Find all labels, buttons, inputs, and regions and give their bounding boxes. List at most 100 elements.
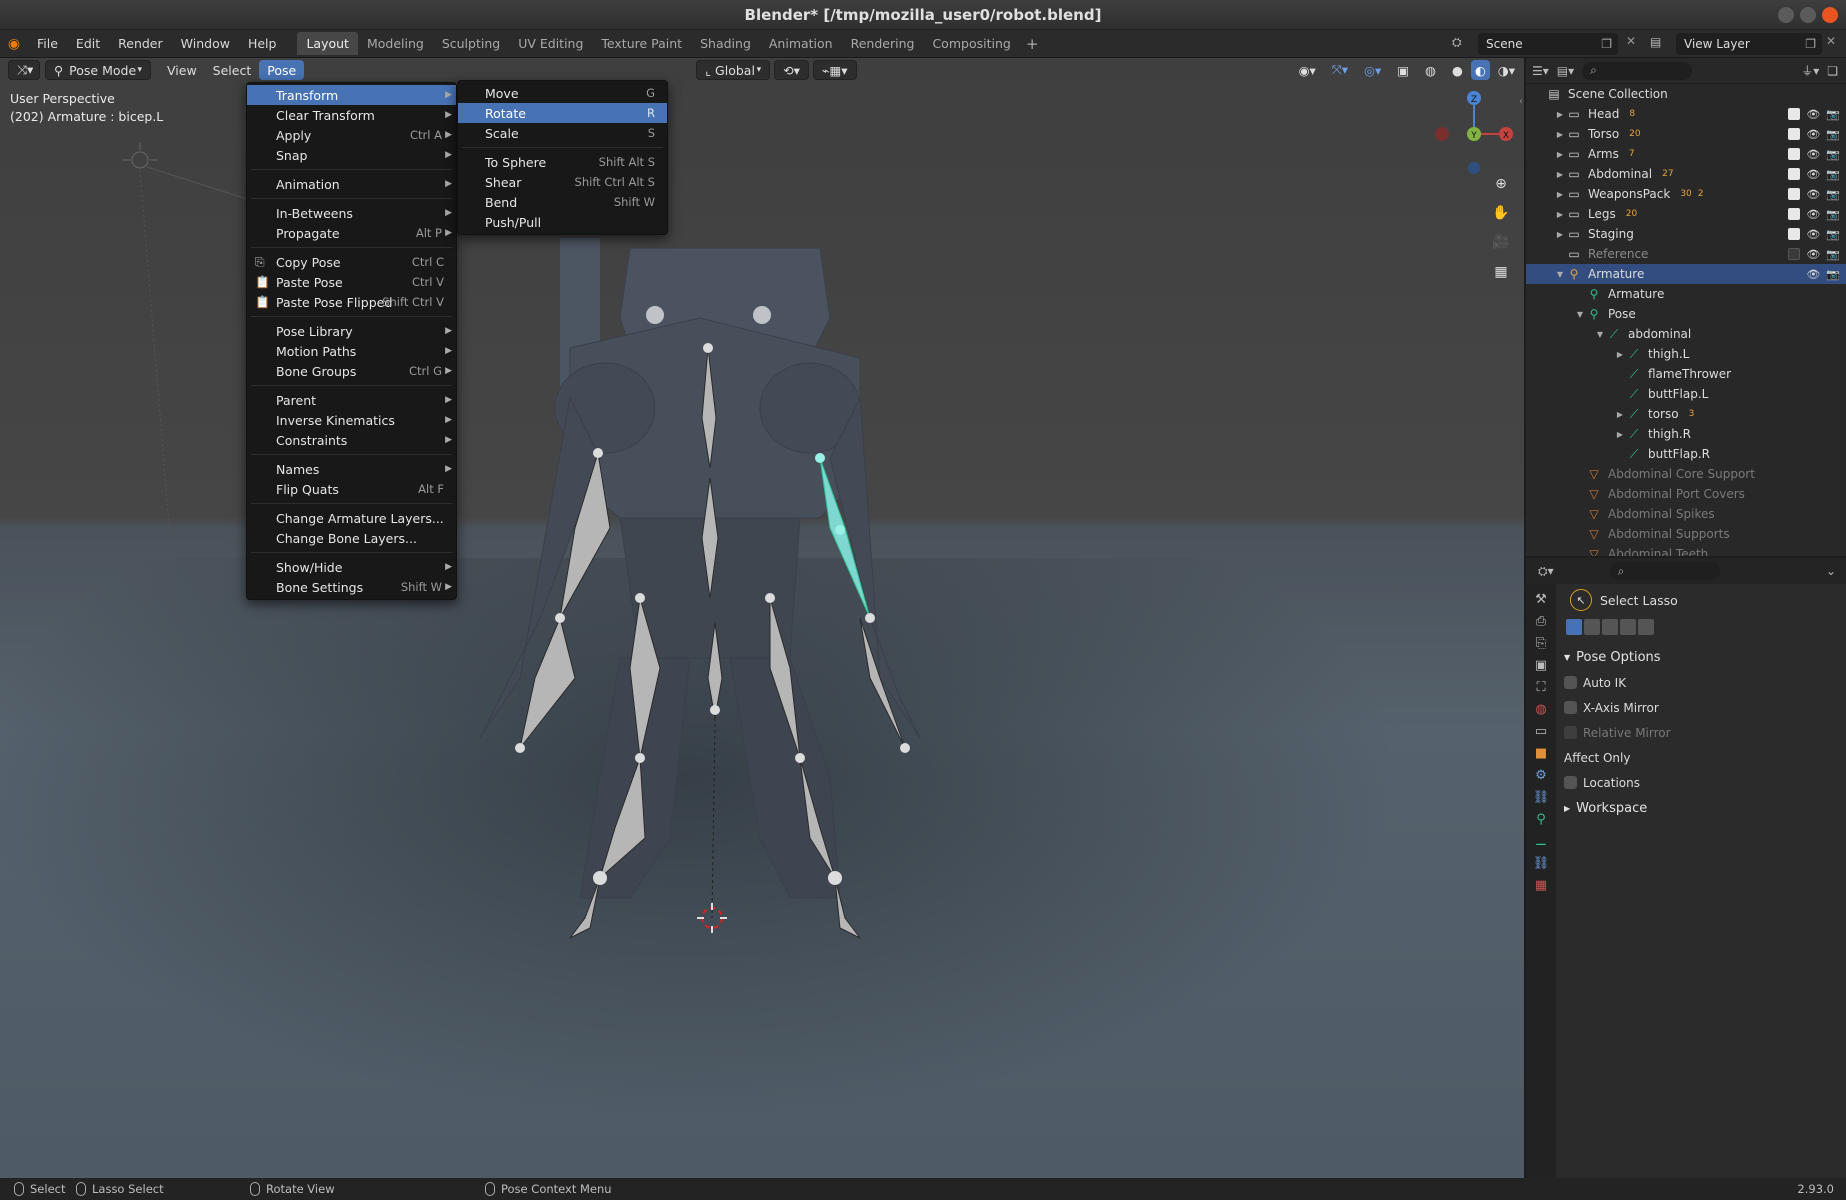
armature-data-tab-icon[interactable]: ⚲	[1531, 812, 1551, 827]
menu-item-paste-pose-flipped[interactable]: 📋 Paste Pose Flipped Shift Ctrl V	[247, 292, 456, 312]
view-layer-field[interactable]: View Layer ❐	[1676, 33, 1822, 55]
gizmo-toggle-icon[interactable]: ⤧▾	[1324, 60, 1356, 80]
solid-shading-icon[interactable]: ●	[1444, 60, 1471, 80]
outliner-row-scene-collection[interactable]: ▤ Scene Collection	[1526, 84, 1846, 104]
tab-sculpting[interactable]: Sculpting	[433, 32, 509, 55]
collapsed-chevron-icon[interactable]: ▶	[1554, 230, 1566, 239]
menu-edit[interactable]: Edit	[67, 36, 109, 51]
outliner-row-armature[interactable]: ⚲ Armature	[1526, 284, 1846, 304]
select-extend-icon[interactable]	[1584, 619, 1600, 635]
rendered-shading-icon[interactable]: ◑▾	[1490, 60, 1523, 80]
tab-animation[interactable]: Animation	[760, 32, 842, 55]
menu-item-snap[interactable]: Snap ▶	[247, 145, 456, 165]
outliner-row-legs[interactable]: ▶ ▭ Legs 20 👁 📷	[1526, 204, 1846, 224]
exclude-checkbox[interactable]	[1788, 208, 1801, 220]
camera-icon[interactable]: 📷	[1826, 128, 1840, 141]
collapsed-chevron-icon[interactable]: ▶	[1554, 110, 1566, 119]
pose-options-section[interactable]: ▼ Pose Options	[1556, 644, 1846, 670]
menu-item-copy-pose[interactable]: ⎘ Copy Pose Ctrl C	[247, 252, 456, 272]
outliner-row-abdominal[interactable]: ▶ ▭ Abdominal 27 👁 📷	[1526, 164, 1846, 184]
camera-icon[interactable]: 📷	[1826, 228, 1840, 241]
menu-item-bone-groups[interactable]: Bone Groups Ctrl G ▶	[247, 361, 456, 381]
collapsed-chevron-icon[interactable]: ▶	[1554, 170, 1566, 179]
overlay-toggle-icon[interactable]: ◎▾	[1356, 60, 1389, 80]
menu-item-show-hide[interactable]: Show/Hide ▶	[247, 557, 456, 577]
menu-item-rotate[interactable]: Rotate R	[458, 103, 667, 123]
menu-item-flip-quats[interactable]: Flip Quats Alt F	[247, 479, 456, 499]
select-new-icon[interactable]	[1566, 619, 1582, 635]
tab-rendering[interactable]: Rendering	[842, 32, 924, 55]
auto-ik-row[interactable]: Auto IK	[1556, 670, 1846, 695]
exclude-checkbox[interactable]	[1788, 188, 1801, 200]
copy-scene-icon[interactable]: ❐	[1601, 37, 1612, 51]
eye-icon[interactable]: 👁	[1806, 168, 1820, 181]
eye-icon[interactable]: 👁	[1806, 188, 1820, 201]
eye-icon[interactable]: 👁	[1806, 208, 1820, 221]
camera-icon[interactable]: 📷	[1826, 188, 1840, 201]
add-workspace-button[interactable]: +	[1020, 35, 1045, 53]
menu-item-move[interactable]: Move G	[458, 83, 667, 103]
editor-type-icon[interactable]: ⤨▾	[8, 60, 40, 80]
tab-layout[interactable]: Layout	[297, 32, 358, 55]
pose-menu[interactable]: Pose	[259, 60, 305, 80]
collapsed-chevron-icon[interactable]: ▶	[1614, 430, 1626, 439]
output-tab-icon[interactable]: ⎘	[1531, 636, 1551, 651]
snap-icon[interactable]: ⌁▦▾	[812, 60, 857, 80]
panel-options-icon[interactable]: ⌄	[1826, 564, 1836, 578]
properties-editor-icon[interactable]: ⛭▾	[1538, 564, 1554, 579]
eye-icon[interactable]: 👁	[1806, 228, 1820, 241]
properties-search-field[interactable]: ⌕	[1609, 562, 1720, 580]
outliner-row-abdominal[interactable]: ▼ ⟋ abdominal	[1526, 324, 1846, 344]
tab-modeling[interactable]: Modeling	[358, 32, 433, 55]
eye-icon[interactable]: 👁	[1806, 248, 1820, 261]
collapsed-chevron-icon[interactable]: ▶	[1554, 190, 1566, 199]
render-tab-icon[interactable]: ⎙	[1531, 614, 1551, 629]
exclude-checkbox[interactable]	[1788, 148, 1801, 160]
visibility-icon[interactable]: ◉▾	[1291, 60, 1324, 80]
exclude-checkbox[interactable]	[1788, 128, 1801, 140]
world-tab-icon[interactable]: ◍	[1531, 702, 1551, 717]
camera-icon[interactable]: 📷	[1826, 168, 1840, 181]
wireframe-shading-icon[interactable]: ◍	[1417, 60, 1444, 80]
exclude-checkbox[interactable]	[1788, 108, 1801, 120]
outliner-row-arms[interactable]: ▶ ▭ Arms 7 👁 📷	[1526, 144, 1846, 164]
auto-ik-checkbox[interactable]	[1564, 676, 1577, 689]
menu-item-change-bone-layers[interactable]: Change Bone Layers...	[247, 528, 456, 548]
select-invert-icon[interactable]	[1620, 619, 1636, 635]
tab-compositing[interactable]: Compositing	[923, 32, 1019, 55]
outliner-row-head[interactable]: ▶ ▭ Head 8 👁 📷	[1526, 104, 1846, 124]
tab-uv-editing[interactable]: UV Editing	[509, 32, 592, 55]
collapsed-chevron-icon[interactable]: ▶	[1554, 210, 1566, 219]
exclude-checkbox[interactable]	[1788, 228, 1801, 240]
eye-icon[interactable]: 👁	[1806, 128, 1820, 141]
menu-item-to-sphere[interactable]: To Sphere Shift Alt S	[458, 152, 667, 172]
outliner-row-thigh-l[interactable]: ▶ ⟋ thigh.L	[1526, 344, 1846, 364]
x-axis-mirror-checkbox[interactable]	[1564, 701, 1577, 714]
menu-item-constraints[interactable]: Constraints ▶	[247, 430, 456, 450]
menu-item-propagate[interactable]: Propagate Alt P ▶	[247, 223, 456, 243]
outliner-row-pose[interactable]: ▼ ⚲ Pose	[1526, 304, 1846, 324]
menu-item-scale[interactable]: Scale S	[458, 123, 667, 143]
collapsed-chevron-icon[interactable]: ▶	[1554, 130, 1566, 139]
pan-hand-icon[interactable]: ✋	[1490, 205, 1512, 227]
mode-dropdown[interactable]: ⚲ Pose Mode ▾	[45, 60, 151, 80]
camera-view-icon[interactable]: 🎥	[1490, 234, 1512, 256]
outliner-row-reference[interactable]: ▭ Reference 👁 📷	[1526, 244, 1846, 264]
menu-item-motion-paths[interactable]: Motion Paths ▶	[247, 341, 456, 361]
select-menu[interactable]: Select	[205, 60, 260, 80]
close-button[interactable]	[1822, 7, 1838, 23]
locations-row[interactable]: Locations	[1556, 770, 1846, 795]
menu-item-transform[interactable]: Transform ▶	[247, 85, 456, 105]
select-intersect-icon[interactable]	[1638, 619, 1654, 635]
menu-item-push-pull[interactable]: Push/Pull	[458, 212, 667, 232]
outliner-row-armature[interactable]: ▼ ⚲ Armature 👁 📷	[1526, 264, 1846, 284]
bone-constraint-tab-icon[interactable]: ⛓	[1531, 856, 1551, 871]
outliner-row-abdominal-teeth[interactable]: ▽ Abdominal Teeth	[1526, 544, 1846, 556]
delete-scene-icon[interactable]: ✕	[1626, 34, 1636, 48]
menu-help[interactable]: Help	[239, 36, 286, 51]
select-subtract-icon[interactable]	[1602, 619, 1618, 635]
sidebar-toggle-icon[interactable]: ‹	[1510, 96, 1524, 118]
menu-item-paste-pose[interactable]: 📋 Paste Pose Ctrl V	[247, 272, 456, 292]
filter-icon[interactable]: ⏚▾	[1801, 62, 1819, 79]
eye-icon[interactable]: 👁	[1806, 148, 1820, 161]
